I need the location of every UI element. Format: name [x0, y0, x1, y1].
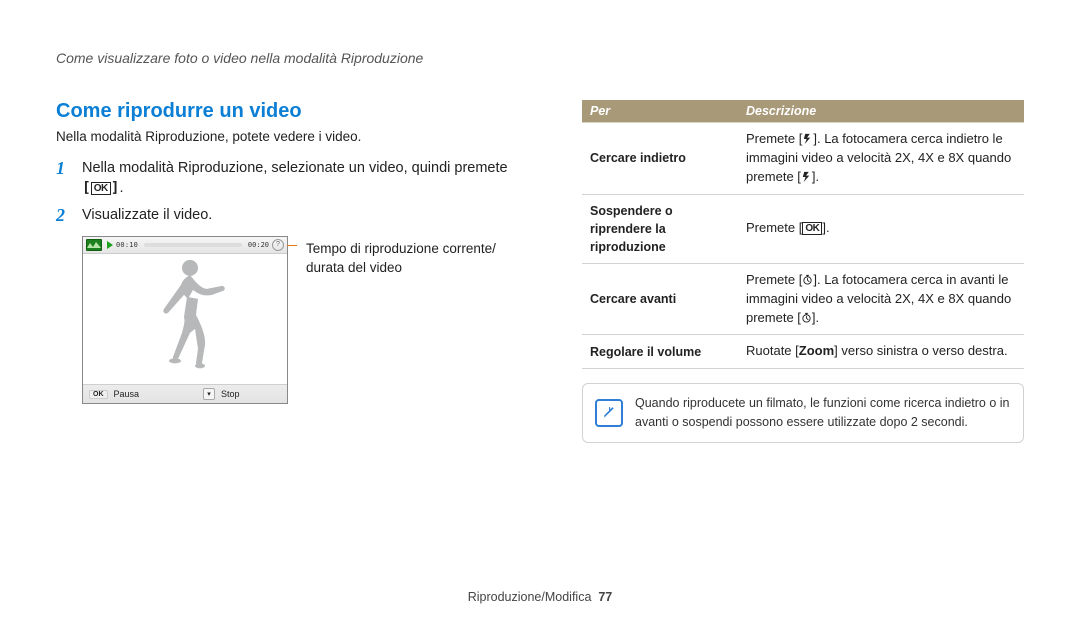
row-desc: Premete []. La fotocamera cerca in avant… [738, 263, 1024, 335]
table-header-per: Per [582, 100, 738, 123]
dancer-silhouette-icon [140, 255, 230, 376]
ok-key-label: OK [91, 182, 111, 195]
row-label: Cercare indietro [582, 123, 738, 195]
down-button-indicator: ▾ [203, 388, 215, 400]
note-text: Quando riproducete un filmato, le funzio… [635, 394, 1011, 432]
ok-key-label: OK [802, 222, 822, 235]
ok-button-indicator: OK [89, 390, 108, 399]
time-total: 00:20 [248, 241, 269, 249]
flash-icon [801, 169, 812, 184]
zoom-label: Zoom [799, 343, 834, 358]
table-row: Cercare avanti Premete []. La fotocamera… [582, 263, 1024, 335]
video-main-area [83, 254, 287, 384]
section-subtext: Nella modalità Riproduzione, potete vede… [56, 129, 536, 144]
step-number: 2 [56, 205, 70, 227]
table-row: Regolare il volume Ruotate [Zoom] verso … [582, 335, 1024, 369]
stop-label: Stop [221, 389, 240, 399]
flash-icon [802, 131, 813, 146]
note-icon [595, 399, 623, 427]
pause-label: Pausa [114, 389, 140, 399]
table-row: Sospendere o riprendere la riproduzione … [582, 194, 1024, 263]
video-screenshot: 00:10 00:20 ? [82, 236, 288, 404]
screenshot-caption: Tempo di riproduzione corrente/ durata d… [306, 240, 496, 278]
timer-icon [801, 310, 812, 325]
row-desc: Premete [OK]. [738, 194, 1024, 263]
page-footer: Riproduzione/Modifica 77 [0, 590, 1080, 604]
time-elapsed: 00:10 [116, 241, 138, 249]
step-1-text: Nella modalità Riproduzione, selezionate… [82, 160, 508, 176]
video-footer: OK Pausa ▾ Stop [83, 384, 287, 403]
timer-icon [802, 272, 813, 287]
step-number: 1 [56, 158, 70, 180]
row-label: Cercare avanti [582, 263, 738, 335]
bracket-open: [ [82, 180, 91, 196]
note-box: Quando riproducete un filmato, le funzio… [582, 383, 1024, 443]
row-desc: Premete []. La fotocamera cerca indietro… [738, 123, 1024, 195]
step-2-text: Visualizzate il video. [82, 205, 212, 225]
table-header-desc: Descrizione [738, 100, 1024, 123]
section-heading: Come riprodurre un video [56, 100, 536, 123]
actions-table: Per Descrizione Cercare indietro Premete… [582, 100, 1024, 369]
video-topbar: 00:10 00:20 ? [83, 237, 287, 254]
row-label: Sospendere o riprendere la riproduzione [582, 194, 738, 263]
bracket-close: ] [111, 180, 120, 196]
row-desc: Ruotate [Zoom] verso sinistra o verso de… [738, 335, 1024, 369]
callout-line [287, 245, 297, 246]
seek-bar [144, 243, 242, 247]
row-label: Regolare il volume [582, 335, 738, 369]
play-icon [107, 241, 113, 249]
step-1: 1 Nella modalità Riproduzione, seleziona… [56, 158, 536, 199]
video-thumbnail-icon [86, 239, 102, 251]
page-running-header: Come visualizzare foto o video nella mod… [56, 50, 1024, 66]
help-icon: ? [272, 239, 284, 251]
step-2: 2 Visualizzate il video. [56, 205, 536, 227]
table-row: Cercare indietro Premete []. La fotocame… [582, 123, 1024, 195]
